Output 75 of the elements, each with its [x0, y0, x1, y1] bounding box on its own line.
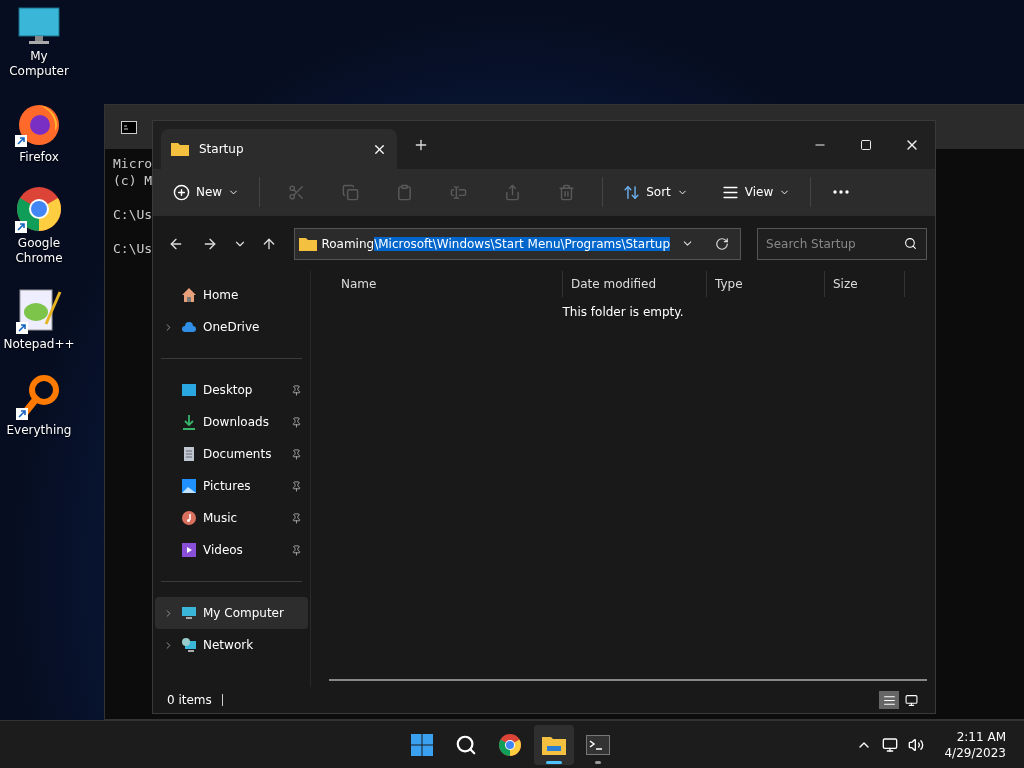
- house-icon: [181, 287, 197, 303]
- download-icon: [181, 414, 197, 430]
- cloud-icon: [181, 319, 197, 335]
- pin-icon: [291, 416, 302, 428]
- folder-icon: [171, 142, 189, 156]
- desktop-icon: [181, 382, 197, 398]
- windows-logo-icon: [410, 732, 434, 757]
- folder-icon: [299, 236, 318, 251]
- column-header[interactable]: Date modified: [563, 271, 707, 297]
- item-count: 0 items: [167, 693, 212, 707]
- plus-circle-icon: [173, 183, 190, 201]
- view-button[interactable]: View: [713, 177, 799, 207]
- desktop-icon-label[interactable]: My Computer: [0, 49, 78, 79]
- console-line: (c) M: [113, 172, 153, 189]
- sidebar-item[interactable]: Documents: [155, 438, 308, 470]
- sidebar-item[interactable]: Downloads: [155, 406, 308, 438]
- sort-button[interactable]: Sort: [615, 177, 696, 207]
- trash-icon: [557, 183, 575, 201]
- details-view-button[interactable]: [879, 691, 899, 709]
- speaker-icon[interactable]: [908, 736, 925, 753]
- sidebar-item[interactable]: Pictures: [155, 470, 308, 502]
- taskbar-app-button[interactable]: [534, 724, 574, 765]
- rename-icon: [449, 183, 467, 201]
- search-icon: [904, 236, 917, 250]
- more-icon: [833, 190, 850, 194]
- sidebar-item[interactable]: Desktop: [155, 374, 308, 406]
- clipboard-icon: [395, 183, 413, 201]
- sidebar-item[interactable]: Videos: [155, 534, 308, 566]
- console-line: Micro: [113, 155, 153, 172]
- sidebar-item[interactable]: Network: [155, 629, 308, 661]
- picture-icon: [181, 478, 197, 494]
- column-header[interactable]: Type: [707, 271, 825, 297]
- monitor-icon: [17, 6, 61, 46]
- document-icon: [181, 446, 197, 462]
- monitor-icon: [904, 693, 918, 707]
- copy-icon: [341, 183, 359, 201]
- music-note-icon: [181, 510, 197, 526]
- pin-icon: [291, 544, 302, 556]
- search-field[interactable]: Search Startup: [757, 227, 927, 260]
- lines-icon: [882, 693, 896, 707]
- sort-arrows-icon: [623, 183, 641, 201]
- clock[interactable]: 2:11 AM 4/29/2023: [944, 728, 1006, 761]
- console-line: C:\Us: [113, 206, 153, 223]
- pin-icon: [291, 480, 302, 492]
- refresh-icon: [715, 236, 730, 251]
- monitor-icon: [181, 605, 197, 621]
- terminal-icon: [586, 734, 610, 755]
- scissors-icon: [287, 183, 305, 201]
- new-button[interactable]: New: [165, 177, 248, 207]
- chrome-icon: [498, 732, 522, 757]
- pin-icon: [291, 384, 302, 396]
- console-line: C:\Us: [113, 240, 153, 257]
- empty-folder-message: This folder is empty.: [562, 305, 684, 319]
- desktop-icon-label[interactable]: Firefox: [19, 150, 59, 165]
- plus-icon: [413, 137, 429, 153]
- pin-icon: [291, 448, 302, 460]
- search-icon: [455, 733, 477, 756]
- sidebar-item[interactable]: Home: [155, 279, 308, 311]
- notepad-icon: [16, 286, 62, 334]
- sidebar-item[interactable]: My Computer: [155, 597, 308, 629]
- console-icon: [121, 120, 137, 134]
- column-header[interactable]: Size: [825, 271, 905, 297]
- pin-icon: [291, 512, 302, 524]
- sidebar-item[interactable]: Music: [155, 502, 308, 534]
- desktop-icon-label[interactable]: Notepad++: [3, 337, 75, 352]
- scrollbar[interactable]: [329, 679, 927, 681]
- tab[interactable]: Startup: [161, 129, 397, 169]
- sidebar-item[interactable]: OneDrive: [155, 311, 308, 343]
- desktop-icon-label[interactable]: Everything: [6, 423, 72, 438]
- video-icon: [181, 542, 197, 558]
- share-icon: [503, 183, 521, 201]
- desktop-icon-label[interactable]: Google Chrome: [0, 236, 78, 266]
- chrome-icon: [15, 185, 63, 233]
- column-header[interactable]: Name: [311, 271, 563, 297]
- maximize-icon: [860, 139, 872, 151]
